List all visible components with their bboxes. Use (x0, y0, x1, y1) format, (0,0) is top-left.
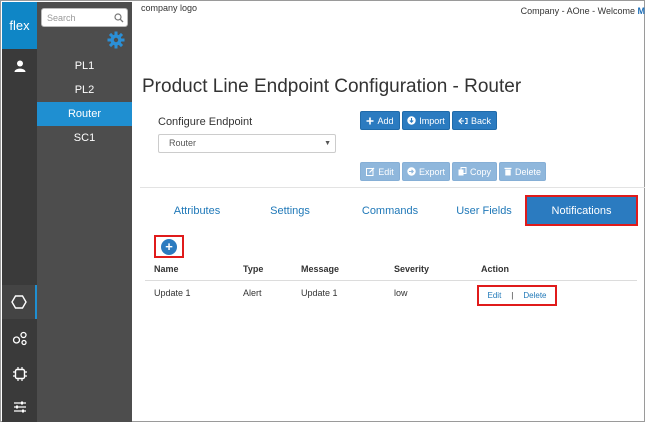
sidebar-item-router[interactable]: Router (37, 102, 132, 126)
column-header-name: Name (154, 264, 179, 274)
sidebar: PL1 PL2 Router SC1 (37, 2, 132, 422)
icon-rail: flex (2, 2, 37, 422)
edit-button-label: Edit (378, 166, 394, 177)
delete-button-label: Delete (514, 166, 541, 177)
sidebar-item-sc1[interactable]: SC1 (37, 126, 132, 150)
copy-icon (458, 167, 467, 176)
row-edit-link[interactable]: Edit (488, 291, 502, 300)
chip-icon[interactable] (2, 357, 37, 391)
import-button-label: Import (419, 115, 445, 126)
company-logo: company logo (141, 3, 198, 13)
tab-attributes[interactable]: Attributes (158, 195, 236, 226)
import-button[interactable]: Import (402, 111, 450, 130)
user-name-link[interactable]: M (638, 6, 645, 16)
section-divider (140, 187, 645, 188)
network-icon[interactable] (2, 321, 37, 355)
caret-down-icon: ▼ (324, 140, 331, 147)
configure-endpoint-label: Configure Endpoint (158, 116, 253, 128)
main-content: company logo Company - AOne - Welcome M … (132, 2, 645, 422)
cell-message: Update 1 (301, 288, 338, 298)
column-header-type: Type (243, 264, 264, 274)
page-title: Product Line Endpoint Configuration - Ro… (142, 76, 522, 97)
edit-button[interactable]: Edit (360, 162, 400, 181)
search-box (41, 8, 128, 27)
copy-button-label: Copy (469, 166, 491, 177)
hexagon-icon[interactable] (2, 285, 37, 319)
tab-user-fields[interactable]: User Fields (449, 195, 519, 226)
endpoint-select[interactable]: Router ▼ (158, 134, 336, 153)
add-notification-highlight: + (154, 235, 184, 258)
column-header-action: Action (481, 264, 509, 274)
action-separator: | (511, 291, 514, 300)
add-button[interactable]: Add (360, 111, 400, 130)
gear-icon[interactable] (107, 31, 125, 52)
welcome-text: Company - AOne - Welcome M (521, 6, 645, 16)
row-delete-link[interactable]: Delete (523, 291, 546, 300)
row-actions-highlight: Edit | Delete (477, 285, 557, 306)
cell-name: Update 1 (154, 288, 191, 298)
search-input[interactable] (42, 9, 112, 26)
sliders-icon[interactable] (2, 390, 37, 422)
plus-icon (366, 117, 374, 124)
add-button-label: Add (377, 115, 394, 126)
export-icon (407, 167, 416, 176)
cell-type: Alert (243, 288, 262, 298)
cell-severity: low (394, 288, 408, 298)
back-icon (458, 117, 468, 124)
export-button-label: Export (418, 166, 445, 177)
add-notification-button[interactable]: + (161, 239, 177, 255)
back-button-label: Back (470, 115, 491, 126)
trash-icon (504, 167, 512, 176)
welcome-prefix: Company - AOne - Welcome (520, 6, 635, 16)
sidebar-item-pl2[interactable]: PL2 (37, 78, 132, 102)
table-header-divider (145, 280, 637, 281)
column-header-severity: Severity (394, 264, 430, 274)
tab-notifications[interactable]: Notifications (525, 195, 638, 226)
app-window: flex Search PL1 PL2 Router SC1 company l… (0, 0, 645, 422)
endpoint-select-value: Router (169, 138, 197, 148)
edit-icon (366, 167, 375, 176)
copy-button[interactable]: Copy (452, 162, 497, 181)
delete-button[interactable]: Delete (499, 162, 546, 181)
user-icon[interactable] (2, 49, 37, 83)
sidebar-item-pl1[interactable]: PL1 (37, 54, 132, 78)
brand-logo[interactable]: flex (2, 2, 37, 49)
tab-commands[interactable]: Commands (343, 195, 437, 226)
back-button[interactable]: Back (452, 111, 497, 130)
export-button[interactable]: Export (402, 162, 450, 181)
tab-settings[interactable]: Settings (258, 195, 322, 226)
import-icon (407, 116, 416, 125)
column-header-message: Message (301, 264, 340, 274)
search-icon[interactable] (114, 12, 124, 26)
